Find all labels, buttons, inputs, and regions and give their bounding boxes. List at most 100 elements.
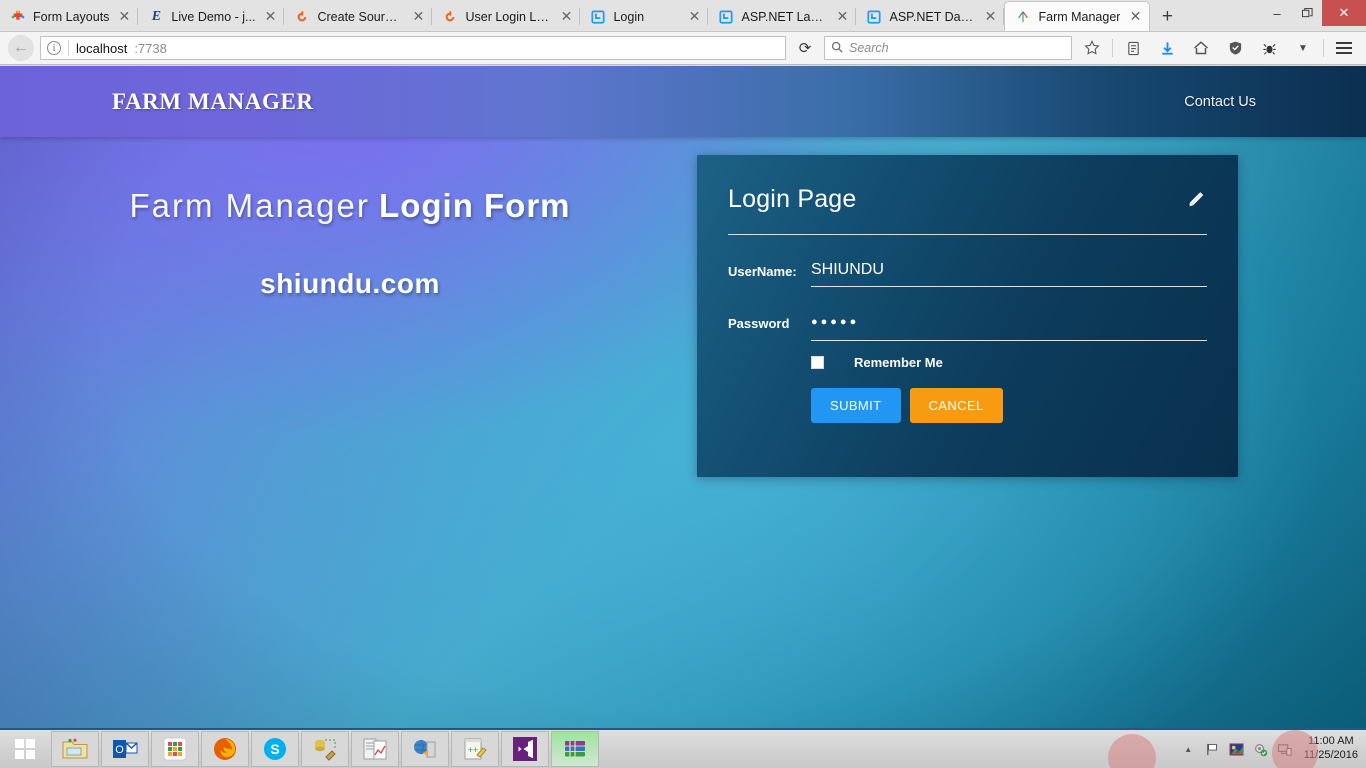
address-bar[interactable]: i localhost:7738 <box>40 36 786 60</box>
browser-tab-aspnet-layouts[interactable]: ASP.NET Layo... ✕ <box>708 2 857 31</box>
visual-studio-icon[interactable] <box>501 731 549 767</box>
login-card: Login Page UserName: SHIUNDU Password ●●… <box>697 155 1238 477</box>
orange-c-icon <box>442 9 458 25</box>
orange-c-icon <box>294 9 310 25</box>
browser-window: Form Layouts ✕ E Live Demo - j... ✕ Crea… <box>0 0 1366 768</box>
page-title: FARM MANAGER <box>112 88 314 114</box>
login-card-header: Login Page <box>728 185 1207 214</box>
browser-tab-aspnet-data[interactable]: ASP.NET Data... ✕ <box>856 2 1005 31</box>
password-label: Password <box>728 316 790 331</box>
file-explorer-icon[interactable] <box>51 731 99 767</box>
username-field[interactable]: SHIUNDU <box>811 259 1207 287</box>
tab-title: Login <box>613 9 645 24</box>
windows-start-icon[interactable] <box>1 731 49 767</box>
toolbar-divider <box>1323 39 1324 57</box>
tab-close-icon[interactable]: ✕ <box>982 8 998 25</box>
blue-window-icon <box>718 9 734 25</box>
documents-icon[interactable] <box>351 731 399 767</box>
pencil-icon[interactable] <box>1181 188 1207 214</box>
svg-text:O: O <box>115 744 124 756</box>
restore-button[interactable] <box>1292 0 1322 26</box>
tab-close-icon[interactable]: ✕ <box>834 8 850 25</box>
hamburger-menu-icon[interactable] <box>1330 35 1358 61</box>
tray-highlight-right <box>1272 730 1318 768</box>
tab-close-icon[interactable]: ✕ <box>1127 8 1143 25</box>
back-button[interactable]: ← <box>8 35 34 61</box>
remember-me-checkbox[interactable] <box>811 356 824 369</box>
login-button-row: SUBMIT CANCEL <box>728 388 1207 423</box>
tab-title: ASP.NET Layo... <box>741 9 828 24</box>
chevron-down-icon[interactable]: ▼ <box>1289 35 1317 61</box>
download-icon[interactable] <box>1153 35 1181 61</box>
skype-icon[interactable]: S <box>251 731 299 767</box>
app-grid-icon[interactable] <box>151 731 199 767</box>
new-tab-button[interactable]: + <box>1152 3 1182 31</box>
login-title-rule <box>728 234 1207 235</box>
firefox-icon[interactable] <box>201 731 249 767</box>
tab-close-icon[interactable]: ✕ <box>262 8 278 25</box>
window-controls: – ✕ <box>1262 0 1366 32</box>
username-underline <box>811 286 1207 287</box>
star-icon[interactable] <box>1078 35 1106 61</box>
submit-button[interactable]: SUBMIT <box>811 388 901 423</box>
tree-chart-icon <box>1015 9 1031 25</box>
browser-tab-live-demo[interactable]: E Live Demo - j... ✕ <box>138 2 285 31</box>
remember-me-label: Remember Me <box>854 355 943 370</box>
tab-close-icon[interactable]: ✕ <box>558 8 574 25</box>
contact-us-link[interactable]: Contact Us <box>1184 94 1256 110</box>
browser-tab-user-login[interactable]: User Login Le... ✕ <box>432 2 581 31</box>
home-icon[interactable] <box>1187 35 1215 61</box>
tray-highlight-left <box>1108 734 1156 768</box>
password-row: Password ●●●●● <box>728 311 1207 341</box>
shield-icon[interactable] <box>1221 35 1249 61</box>
tab-close-icon[interactable]: ✕ <box>116 8 132 25</box>
winrar-icon[interactable] <box>551 731 599 767</box>
minimize-button[interactable]: – <box>1262 0 1292 26</box>
toolbar-divider <box>1112 39 1113 57</box>
settings-check-icon[interactable] <box>1252 741 1269 758</box>
tab-strip: Form Layouts ✕ E Live Demo - j... ✕ Crea… <box>0 0 1366 32</box>
address-host: localhost <box>76 40 128 56</box>
puzzle-icon <box>10 9 26 25</box>
browser-tab-farm-manager[interactable]: Farm Manager ✕ <box>1004 1 1151 31</box>
hero-title-bold: Login Form <box>379 187 571 224</box>
reload-icon[interactable]: ⟳ <box>792 36 818 60</box>
tab-title: ASP.NET Data... <box>889 9 976 24</box>
navigation-toolbar: ← i localhost:7738 ⟳ Search ▼ <box>0 32 1366 65</box>
login-title: Login Page <box>728 185 857 213</box>
browser-tab-form-layouts[interactable]: Form Layouts ✕ <box>0 2 139 31</box>
search-input[interactable]: Search <box>824 36 1072 60</box>
browser-tab-login[interactable]: Login ✕ <box>580 2 709 31</box>
remember-me-row: Remember Me <box>728 355 1207 370</box>
outlook-icon[interactable]: O <box>101 731 149 767</box>
reading-list-icon[interactable] <box>1119 35 1147 61</box>
search-icon <box>831 41 843 56</box>
password-value[interactable]: ●●●●● <box>811 311 1207 334</box>
site-header: FARM MANAGER Contact Us <box>0 66 1366 137</box>
show-hidden-icons-button[interactable]: ▲ <box>1180 741 1197 758</box>
tab-close-icon[interactable]: ✕ <box>410 8 426 25</box>
tab-title: Live Demo - j... <box>171 9 256 24</box>
addon-icon[interactable] <box>1255 35 1283 61</box>
database-tools-icon[interactable] <box>301 731 349 767</box>
server-deploy-icon[interactable] <box>401 731 449 767</box>
tab-close-icon[interactable]: ✕ <box>686 8 702 25</box>
search-placeholder: Search <box>849 41 889 55</box>
tab-title: Farm Manager <box>1038 9 1121 24</box>
paint-icon[interactable] <box>1228 741 1245 758</box>
svg-text:++: ++ <box>468 745 479 755</box>
tab-title: Create Source... <box>317 9 404 24</box>
close-button[interactable]: ✕ <box>1322 0 1366 26</box>
username-value[interactable]: SHIUNDU <box>811 259 1207 280</box>
username-row: UserName: SHIUNDU <box>728 259 1207 287</box>
notepad-cpp-icon[interactable]: ++ <box>451 731 499 767</box>
page-viewport: FARM MANAGER Contact Us Farm Manager Log… <box>0 66 1366 728</box>
blue-window-icon <box>866 9 882 25</box>
cancel-button[interactable]: CANCEL <box>909 388 1003 423</box>
browser-tab-create-source[interactable]: Create Source... ✕ <box>284 2 433 31</box>
tab-title: User Login Le... <box>465 9 552 24</box>
flag-icon[interactable] <box>1204 741 1221 758</box>
site-info-icon[interactable]: i <box>47 41 61 55</box>
password-field[interactable]: ●●●●● <box>811 311 1207 341</box>
header-nav: Contact Us <box>1184 93 1256 111</box>
